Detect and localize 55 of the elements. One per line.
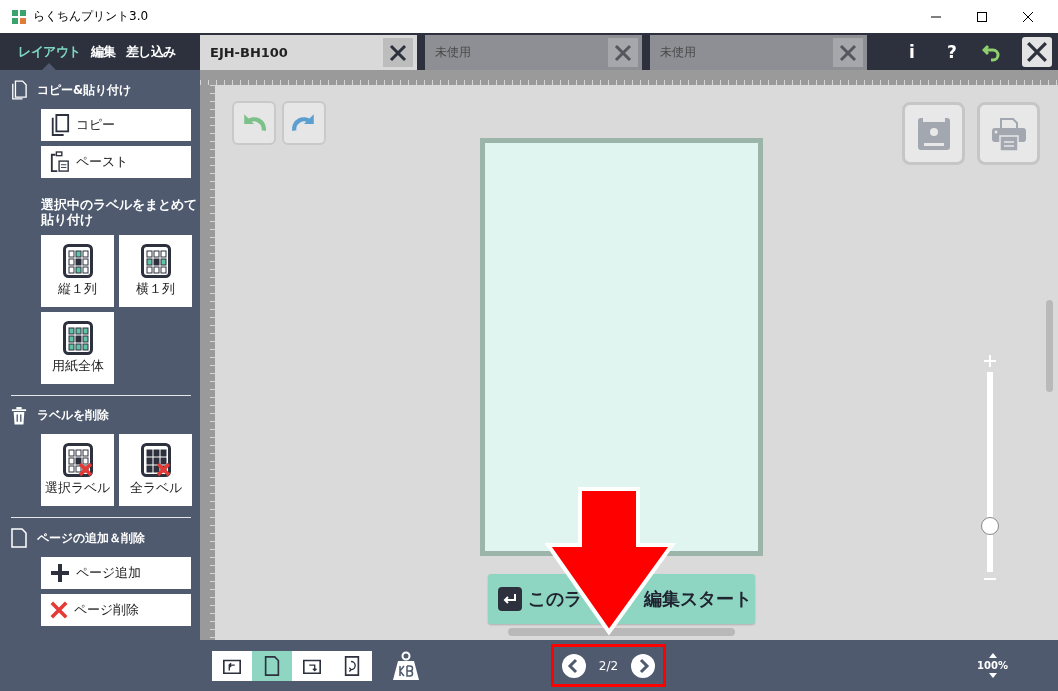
close-icon[interactable]: [388, 42, 408, 63]
weight-icon[interactable]: [392, 650, 420, 681]
page-counter: 2/2: [598, 658, 619, 673]
copy-icon: [50, 114, 70, 136]
cross-icon: [50, 601, 68, 619]
paste-icon: [50, 151, 70, 173]
grid-icon: [62, 321, 93, 355]
grid-icon: [62, 244, 93, 278]
maximize-icon[interactable]: [976, 10, 988, 23]
tile-button[interactable]: 選択ラベル: [41, 434, 114, 506]
document-tab[interactable]: EJH-BH100: [200, 35, 417, 70]
vertical-scrollbar[interactable]: [1045, 300, 1053, 392]
tile-button[interactable]: 用紙全体: [41, 312, 114, 384]
window-title: らくちんプリント3.0: [33, 8, 149, 25]
page-icon: [11, 528, 27, 548]
orientation-button[interactable]: [252, 650, 292, 681]
zoom-up-icon[interactable]: [988, 653, 997, 658]
sidebar-button[interactable]: ページ削除: [41, 594, 191, 626]
sidebar-button[interactable]: ページ追加: [41, 557, 191, 589]
page-icon[interactable]: [262, 654, 282, 677]
enter-icon: [498, 587, 522, 611]
section-title: コピー&貼り付け: [37, 82, 132, 98]
close-tab-button[interactable]: [608, 38, 638, 67]
label-sheet[interactable]: [480, 138, 763, 556]
close-tab-button[interactable]: [383, 38, 413, 67]
grid-icon: [140, 244, 171, 278]
zoom-percentage[interactable]: 100%: [977, 660, 1008, 671]
section-title: ラベルを削除: [37, 408, 109, 423]
info-button[interactable]: i: [902, 41, 922, 62]
tile-button[interactable]: 全ラベル: [119, 434, 192, 506]
next-page-button[interactable]: [631, 653, 655, 678]
close-tab-button[interactable]: [833, 38, 863, 67]
trash-icon: [11, 406, 27, 425]
subheading: 選択中のラベルをまとめて貼り付け: [41, 197, 197, 227]
previous-page-button[interactable]: [562, 653, 586, 678]
horizontal-scrollbar[interactable]: [508, 628, 735, 636]
help-button[interactable]: ?: [942, 41, 962, 62]
tile-button[interactable]: 縦１列: [41, 235, 114, 307]
zoom-down-icon[interactable]: [988, 673, 997, 678]
zoom-slider-thumb[interactable]: [981, 517, 999, 535]
document-tab-label[interactable]: EJH-BH100: [210, 45, 288, 60]
plus-icon: [50, 563, 70, 583]
grid-delete-icon: [62, 443, 93, 477]
pages-icon: [11, 80, 27, 100]
mode-tab[interactable]: 編集: [86, 33, 120, 70]
mode-tab[interactable]: 差し込み: [121, 33, 180, 70]
rotate-page-icon[interactable]: [342, 654, 362, 677]
grid-delete-icon: [140, 443, 171, 477]
app-logo-icon: [11, 8, 27, 25]
sidebar-button[interactable]: コピー: [41, 109, 191, 141]
mode-tab[interactable]: レイアウト: [14, 33, 85, 70]
sidebar-button[interactable]: ペースト: [41, 146, 191, 178]
section-title: ページの追加＆削除: [37, 530, 145, 546]
close-icon[interactable]: [1022, 10, 1034, 23]
tile-button[interactable]: 横１列: [119, 235, 192, 307]
